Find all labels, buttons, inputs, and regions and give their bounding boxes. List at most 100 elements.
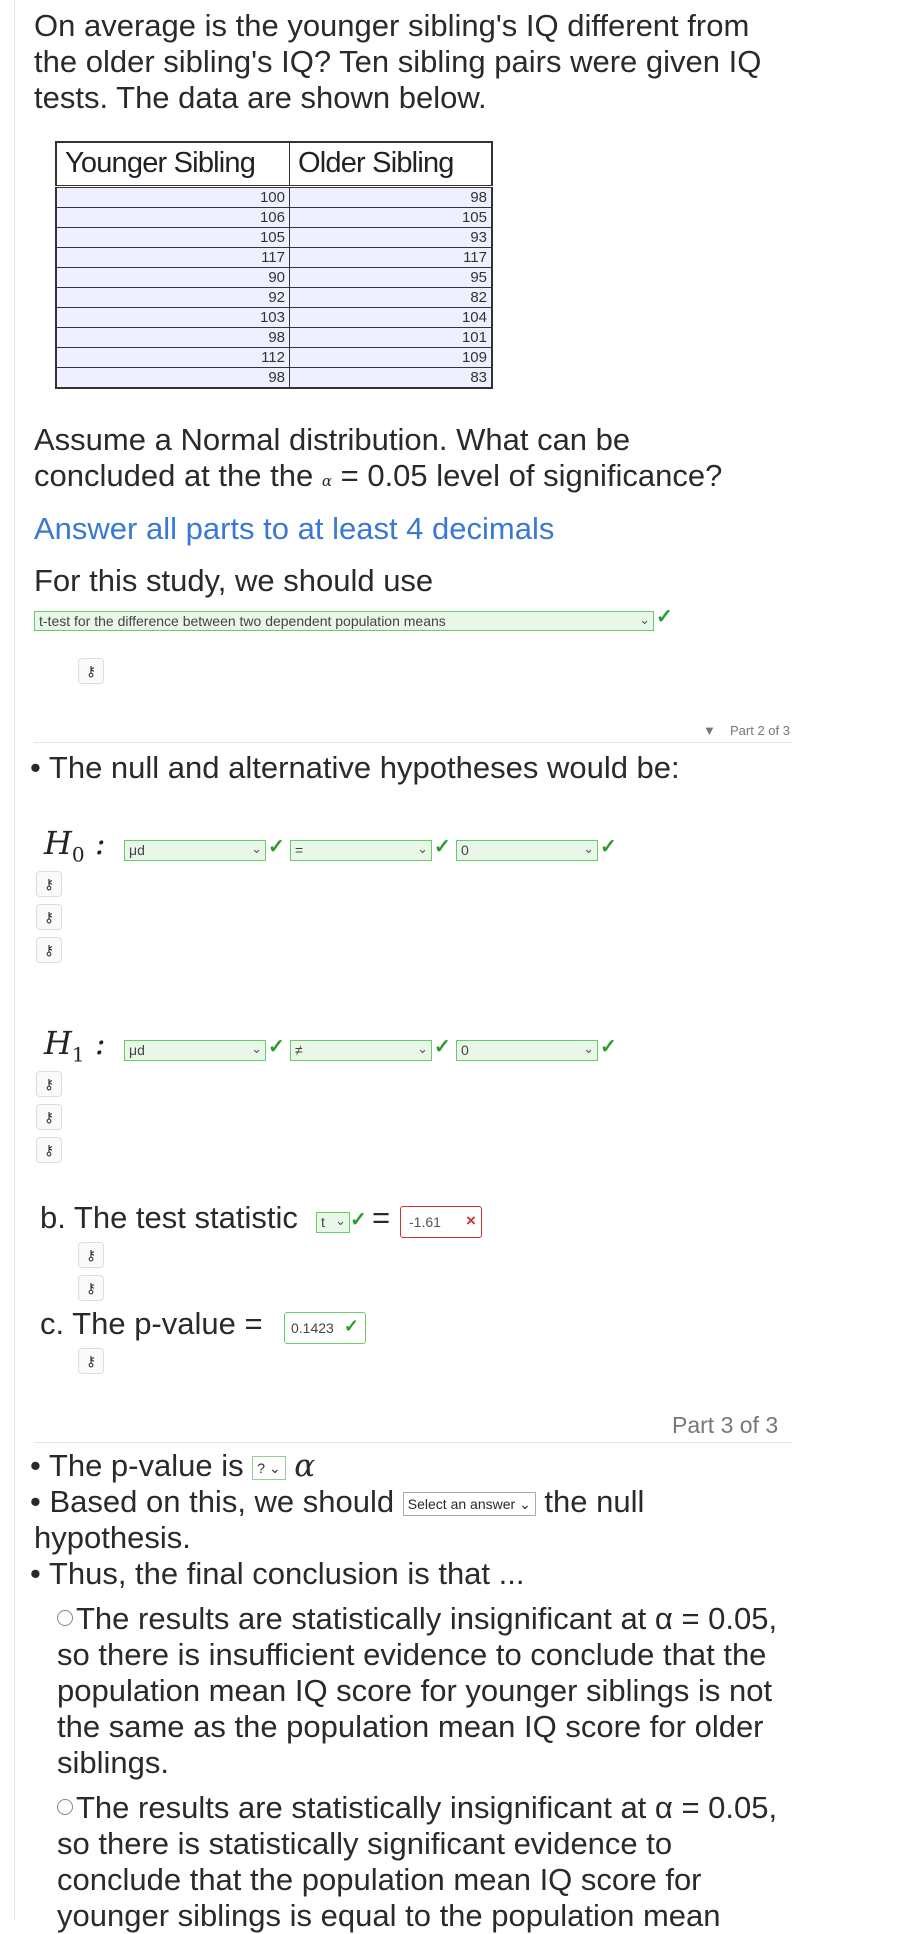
left-rule	[14, 0, 15, 1920]
answer-instructions: Answer all parts to at least 4 decimals	[34, 511, 555, 546]
select-value: Select an answer	[407, 1495, 516, 1512]
option-text: The results are statistically insignific…	[57, 1601, 778, 1780]
check-icon: ✓	[600, 1036, 617, 1058]
check-icon: ✓	[268, 836, 285, 858]
check-icon: ✓	[268, 1036, 285, 1058]
equals-sign: =	[372, 1200, 391, 1235]
h1-param-select[interactable]: μd ⌄	[124, 1040, 266, 1061]
divider	[34, 1442, 792, 1443]
key-icon[interactable]: ⚷	[78, 1348, 104, 1374]
check-icon: ✓	[656, 606, 673, 628]
h-letter: H	[44, 824, 72, 862]
h1-label: H1 :	[44, 1024, 106, 1067]
check-icon: ✓	[600, 836, 617, 858]
table-row: 117 117	[55, 247, 493, 268]
select-value: 0	[461, 842, 469, 858]
cell: 93	[289, 227, 493, 248]
cell: 112	[55, 347, 290, 368]
p-compare-select[interactable]: ? ⌄	[252, 1455, 286, 1480]
radio-button[interactable]	[57, 1798, 73, 1815]
key-icon[interactable]: ⚷	[36, 1071, 62, 1097]
hypotheses-text: The null and alternative hypotheses woul…	[48, 750, 680, 785]
table-row: 112 109	[55, 347, 493, 368]
table-row: 100 98	[55, 186, 493, 208]
alpha-symbol: α	[294, 1448, 316, 1484]
cell: 103	[55, 307, 290, 328]
key-icon[interactable]: ⚷	[36, 904, 62, 930]
key-icon[interactable]: ⚷	[78, 1275, 104, 1301]
h-sub: 1	[71, 1042, 85, 1067]
data-table: Younger Sibling Older Sibling 100 98 106 1…	[55, 141, 493, 389]
decision-select[interactable]: Select an answer ⌄	[402, 1491, 536, 1516]
decision-bullet: • Based on this, we should Select an ans…	[30, 1484, 645, 1519]
key-icon[interactable]: ⚷	[78, 658, 104, 684]
assumption-text: Assume a Normal distribution. What can b…	[34, 422, 794, 499]
chevron-down-icon: ⌄	[251, 1041, 262, 1056]
cell: 105	[289, 207, 493, 228]
cell: 109	[289, 347, 493, 368]
check-icon: ✓	[434, 836, 451, 858]
table-row: 106 105	[55, 207, 493, 228]
chevron-down-icon: ⌄	[519, 1495, 531, 1512]
select-value: μd	[129, 842, 145, 858]
select-value: =	[295, 842, 304, 858]
chevron-down-icon: ⌄	[251, 841, 262, 856]
cell: 95	[289, 267, 493, 288]
table-row: 103 104	[55, 307, 493, 328]
cell: 117	[289, 247, 493, 268]
radio-button[interactable]	[57, 1609, 73, 1626]
h1-value-select[interactable]: 0 ⌄	[456, 1040, 598, 1061]
chevron-down-icon: ⌄	[268, 1459, 281, 1476]
check-icon: ✓	[350, 1209, 367, 1231]
decision-post: the null	[544, 1484, 645, 1519]
table-header-older: Older Sibling	[289, 141, 493, 188]
key-icon[interactable]: ⚷	[36, 1104, 62, 1130]
select-value: 0	[461, 1042, 469, 1058]
key-icon[interactable]: ⚷	[36, 937, 62, 963]
check-icon: ✓	[434, 1036, 451, 1058]
table-row: 92 82	[55, 287, 493, 308]
select-value: t	[321, 1214, 325, 1230]
test-type-select[interactable]: t-test for the difference between two de…	[34, 611, 654, 631]
conclusion-option-2[interactable]: The results are statistically insignific…	[57, 1790, 797, 1934]
h0-label: H0 :	[44, 824, 106, 867]
test-statistic-label: b. The test statistic	[40, 1200, 298, 1235]
h-sub: 0	[71, 842, 85, 867]
cell: 90	[55, 267, 290, 288]
key-icon[interactable]: ⚷	[78, 1242, 104, 1268]
alpha-symbol: α	[321, 472, 332, 490]
chevron-down-icon: ⌄	[583, 841, 594, 856]
select-value: ?	[257, 1459, 266, 1476]
h-letter: H	[44, 1024, 72, 1062]
table-header-younger: Younger Sibling	[55, 141, 290, 188]
key-icon[interactable]: ⚷	[36, 1137, 62, 1163]
part-collapse-toggle[interactable]: ▼	[703, 723, 716, 738]
cell: 98	[55, 367, 290, 389]
cell: 83	[289, 367, 493, 389]
x-icon: ×	[466, 1211, 476, 1230]
assumption-line-1: Assume a Normal distribution. What can b…	[34, 422, 631, 457]
cell: 106	[55, 207, 290, 228]
table-row: 98 83	[55, 367, 493, 389]
key-icon[interactable]: ⚷	[36, 871, 62, 897]
divider	[34, 742, 792, 743]
h0-param-select[interactable]: μd ⌄	[124, 840, 266, 861]
p-value-comparison: • The p-value is ? ⌄ α	[30, 1448, 316, 1484]
table-row: 90 95	[55, 267, 493, 288]
select-value: μd	[129, 1042, 145, 1058]
decision-pre: Based on this, we should	[49, 1484, 395, 1519]
conclusion-option-1[interactable]: The results are statistically insignific…	[57, 1601, 797, 1781]
part-2-label: Part 2 of 3	[730, 723, 790, 738]
chevron-down-icon: ⌄	[417, 1041, 428, 1056]
h0-value-select[interactable]: 0 ⌄	[456, 840, 598, 861]
chevron-down-icon: ⌄	[335, 1213, 346, 1228]
h0-operator-select[interactable]: = ⌄	[290, 840, 432, 861]
cell: 100	[55, 186, 290, 208]
h1-operator-select[interactable]: ≠ ⌄	[290, 1040, 432, 1061]
test-statistic-type-select[interactable]: t ⌄	[316, 1212, 350, 1233]
p-value-text: The p-value is	[48, 1448, 244, 1483]
cell: 82	[289, 287, 493, 308]
p-value-input[interactable]: 0.1423 ✓	[284, 1312, 366, 1344]
conclusion-bullet: • Thus, the final conclusion is that ...	[30, 1556, 525, 1591]
cell: 104	[289, 307, 493, 328]
